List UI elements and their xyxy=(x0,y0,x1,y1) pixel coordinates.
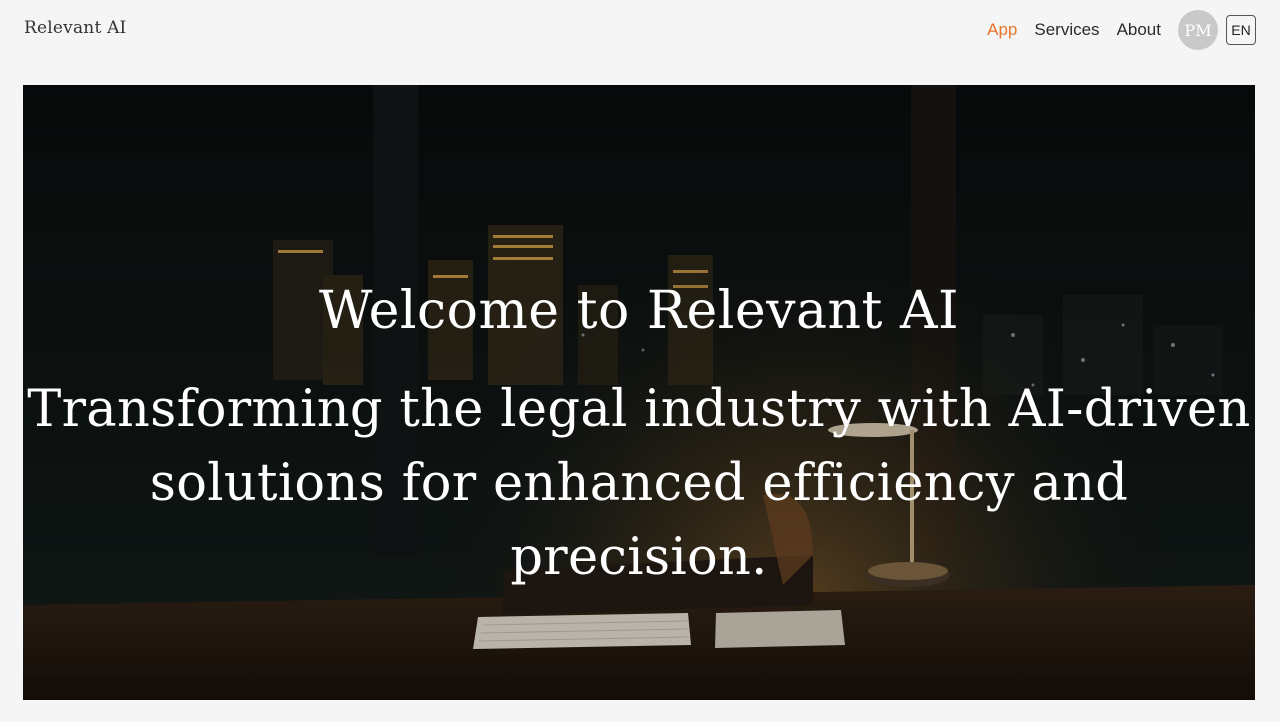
hero-subtitle: Transforming the legal industry with AI-… xyxy=(27,380,1251,587)
hero-title: Welcome to Relevant AI xyxy=(318,281,960,341)
brand-logo-text[interactable]: Relevant AI xyxy=(24,18,126,38)
nav-services-link[interactable]: Services xyxy=(1034,20,1099,40)
nav-about-link[interactable]: About xyxy=(1117,20,1161,40)
hero-banner: Welcome to Relevant AI Transforming the … xyxy=(23,85,1255,700)
top-header: Relevant AI App Services About PM EN xyxy=(0,0,1280,60)
nav-app-link[interactable]: App xyxy=(987,20,1017,40)
main-nav: App Services About PM EN xyxy=(970,10,1256,50)
user-avatar[interactable]: PM xyxy=(1178,10,1218,50)
language-selector[interactable]: EN xyxy=(1226,15,1256,45)
hero-text-block: Welcome to Relevant AI Transforming the … xyxy=(23,85,1255,700)
